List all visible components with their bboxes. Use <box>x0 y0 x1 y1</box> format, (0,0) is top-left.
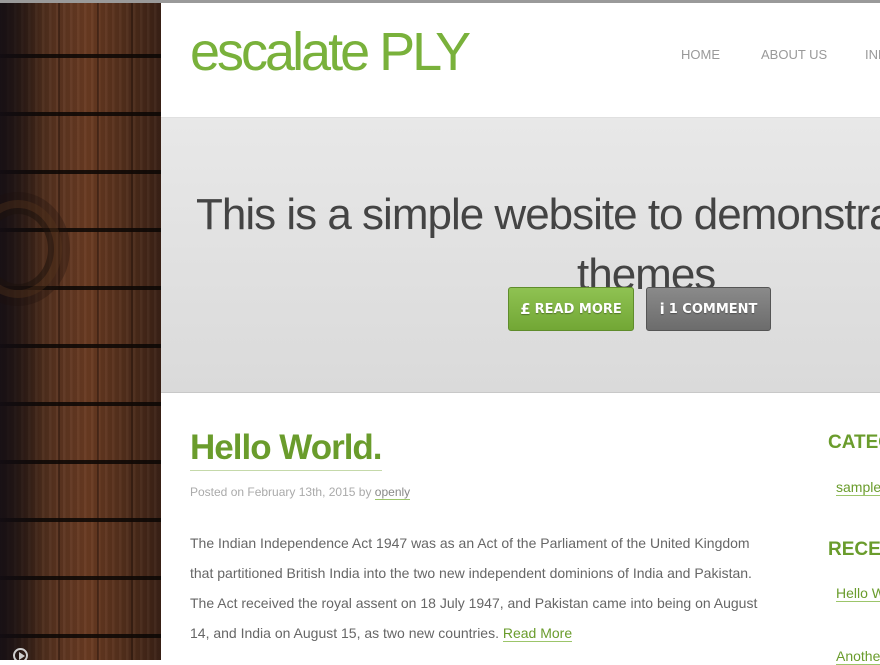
recent-post-link[interactable]: Anothe <box>836 648 880 665</box>
excerpt-line: that partitioned British India into the … <box>190 565 752 581</box>
post-meta: Posted on February 13th, 2015 by openly <box>190 485 411 500</box>
post-author-link[interactable]: openly <box>374 485 411 500</box>
excerpt-line: The Act received the royal assent on 18 … <box>190 595 758 611</box>
nav-item-home[interactable]: HOME <box>681 47 720 62</box>
recent-posts-widget-title: RECEN <box>828 539 880 560</box>
info-icon: i <box>659 300 665 318</box>
hero-banner: This is a simple website to demonstrate … <box>161 118 880 393</box>
pound-icon: £ <box>520 300 531 318</box>
hero-title-line-1: This is a simple website to demonstrate <box>196 190 880 240</box>
comment-button[interactable]: i 1 COMMENT <box>646 287 771 331</box>
recent-post-link[interactable]: Hello W <box>836 585 880 602</box>
post-excerpt: The Indian Independence Act 1947 was as … <box>190 528 790 648</box>
excerpt-line: 14, and India on August 15, as two new c… <box>190 625 573 642</box>
play-circle-icon[interactable] <box>13 648 28 660</box>
wood-knot <box>0 208 54 290</box>
wood-background-panel <box>0 0 161 660</box>
post-date: Posted on February 13th, 2015 by <box>190 485 375 499</box>
nav-item-ind[interactable]: IND <box>865 47 880 62</box>
site-logo[interactable]: escalate PLY <box>190 21 471 83</box>
excerpt-line: The Indian Independence Act 1947 was as … <box>190 535 750 551</box>
categories-widget-title: CATEG <box>828 432 880 453</box>
category-link[interactable]: sample <box>836 479 880 496</box>
top-border <box>0 0 880 3</box>
read-more-label: READ MORE <box>534 301 622 317</box>
nav-item-about-us[interactable]: ABOUT US <box>761 47 827 62</box>
read-more-link[interactable]: Read More <box>502 625 573 642</box>
comment-label: 1 COMMENT <box>668 301 758 317</box>
read-more-button[interactable]: £ READ MORE <box>508 287 634 331</box>
post-title[interactable]: Hello World. <box>190 428 383 471</box>
site-header: escalate PLY HOME ABOUT US IND <box>161 3 880 118</box>
